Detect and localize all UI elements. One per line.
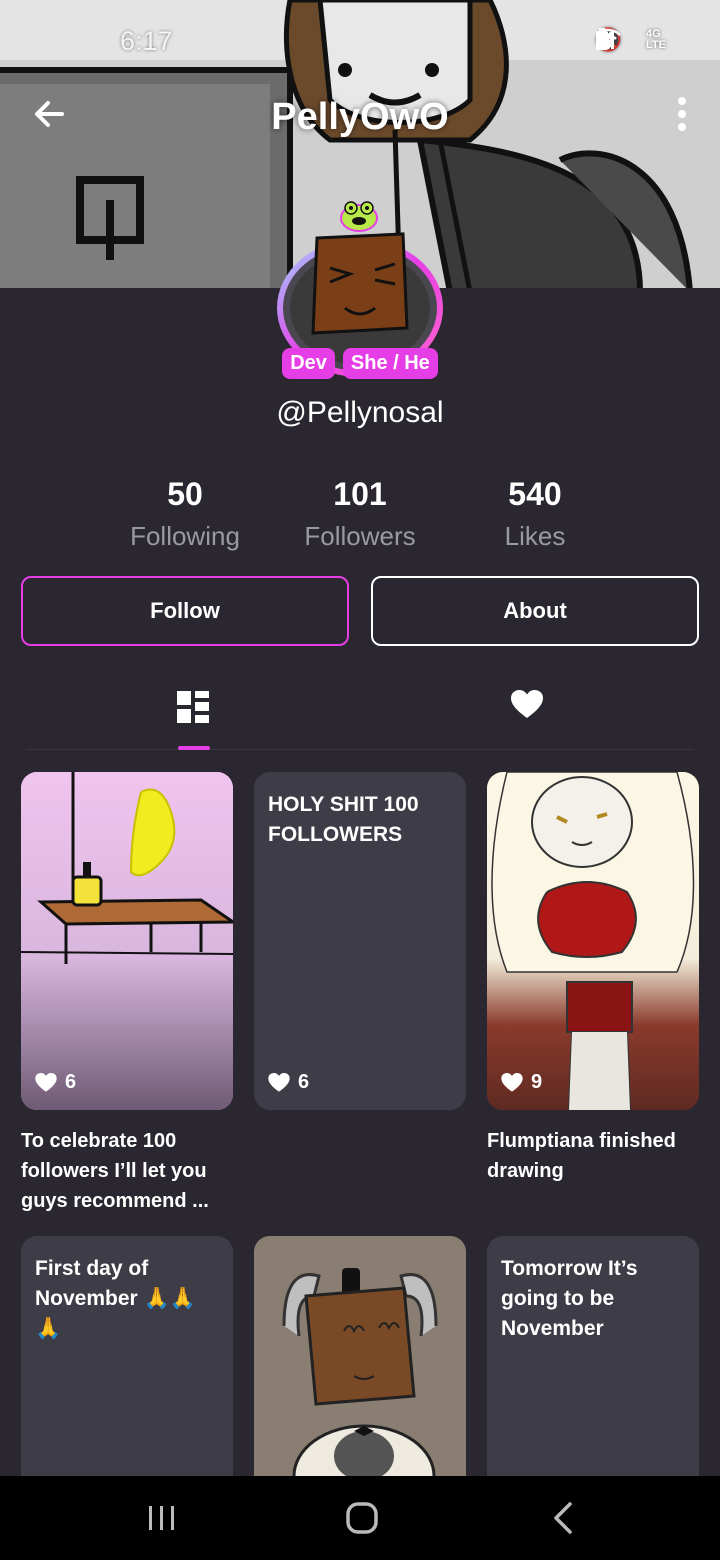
about-button[interactable]: About	[371, 576, 699, 646]
post-likes: 9	[501, 1071, 542, 1094]
post-thumbnail	[487, 772, 699, 1110]
profile-tags: Dev She / He	[0, 348, 720, 379]
heart-icon	[501, 1072, 523, 1092]
profile-stats: 50 Following 101 Followers 540 Likes	[0, 476, 720, 556]
recents-icon	[149, 1506, 174, 1530]
stat-value: 101	[333, 476, 387, 512]
post-card[interactable]	[254, 1236, 466, 1496]
post-text: HOLY SHIT 100 FOLLOWERS	[268, 793, 419, 846]
status-bar: 6:17 🔇 4GLTE	[0, 0, 720, 80]
post-thumbnail	[21, 772, 233, 1110]
post-card[interactable]: First day of November 🙏🙏🙏	[21, 1236, 233, 1496]
more-vertical-icon	[678, 97, 686, 131]
post-card[interactable]: 9	[487, 772, 699, 1110]
stat-label: Following	[130, 521, 240, 551]
heart-icon	[268, 1072, 290, 1092]
like-count: 6	[65, 1071, 77, 1093]
home-button[interactable]	[340, 1496, 384, 1540]
tag-pronouns: She / He	[342, 348, 438, 379]
post-card[interactable]: 6	[21, 772, 233, 1110]
tab-active-indicator	[178, 746, 210, 750]
tab-posts[interactable]	[26, 680, 360, 750]
like-count: 9	[531, 1071, 543, 1093]
post-card[interactable]: HOLY SHIT 100 FOLLOWERS 6	[254, 772, 466, 1110]
stat-value: 540	[508, 476, 562, 512]
status-time: 6:17	[120, 26, 173, 56]
heart-icon	[35, 1072, 57, 1092]
follow-button[interactable]: Follow	[21, 576, 349, 646]
frog-badge-icon	[340, 201, 378, 232]
recents-button[interactable]	[140, 1496, 184, 1540]
heart-icon	[511, 690, 543, 718]
stat-label: Likes	[504, 521, 566, 551]
content-tabs	[26, 680, 694, 750]
home-icon	[346, 1502, 378, 1534]
tab-liked[interactable]	[360, 680, 694, 750]
post-caption[interactable]: To celebrate 100 followers I’ll let you …	[21, 1126, 233, 1216]
post-likes: 6	[35, 1071, 76, 1094]
like-count: 6	[298, 1071, 310, 1093]
stat-following[interactable]: 50 Following	[95, 476, 275, 552]
stat-followers[interactable]: 101 Followers	[270, 476, 450, 552]
lte-icon: 4G LTE	[646, 28, 666, 51]
post-thumbnail	[254, 1236, 466, 1496]
grid-icon	[177, 691, 209, 723]
post-likes: 6	[268, 1071, 309, 1094]
post-caption[interactable]: Flumptiana finished drawing	[487, 1126, 699, 1186]
stat-label: Followers	[304, 521, 416, 551]
post-text: First day of November 🙏🙏🙏	[35, 1257, 196, 1340]
stat-likes: 540 Likes	[445, 476, 625, 552]
post-card[interactable]: Tomorrow It’s going to be November	[487, 1236, 699, 1496]
status-icons: 🔇 4GLTE	[595, 28, 690, 52]
profile-handle: @Pellynosal	[276, 396, 444, 429]
page-title: PellyOwO	[271, 96, 449, 138]
back-icon	[554, 1502, 572, 1534]
system-navigation-bar	[0, 1476, 720, 1560]
stat-value: 50	[167, 476, 203, 512]
more-options-button[interactable]	[672, 96, 692, 132]
tag-dev: Dev	[282, 348, 335, 379]
post-text: Tomorrow It’s going to be November	[501, 1257, 638, 1340]
system-back-button[interactable]	[542, 1496, 586, 1540]
